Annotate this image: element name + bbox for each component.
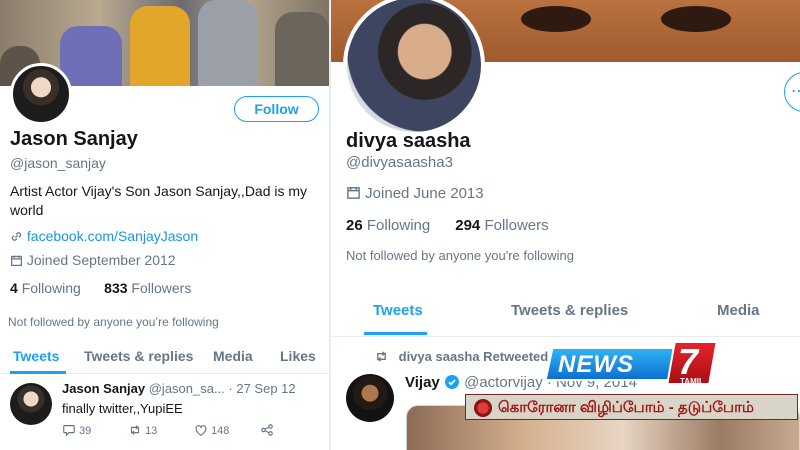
follow-button[interactable]: Follow xyxy=(234,96,319,122)
virus-icon xyxy=(474,399,492,417)
retweet-icon xyxy=(130,425,140,435)
left-following-count: 4 xyxy=(10,280,18,296)
tweet-handle-date: @jason_sa... · 27 Sep 12 xyxy=(148,381,296,396)
tweet-author-name[interactable]: Vijay xyxy=(405,374,440,391)
tweet-header: Jason Sanjay @jason_sa... · 27 Sep 12 xyxy=(62,381,296,396)
calendar-icon xyxy=(347,186,360,199)
right-profile-avatar[interactable] xyxy=(343,0,485,136)
more-options-button[interactable]: ⋯ xyxy=(784,72,800,112)
right-following-label: Following xyxy=(366,217,431,234)
tweet-text: finally twitter,,YupiEE xyxy=(62,401,183,416)
retweet-button[interactable]: 13 xyxy=(128,423,157,437)
right-profile-name: divya saasha xyxy=(346,130,471,152)
tweet-avatar[interactable] xyxy=(346,374,394,422)
reply-icon xyxy=(63,425,75,437)
right-profile-tabs: Tweets Tweets & replies Media xyxy=(331,290,800,337)
left-following-link[interactable]: 4 Following xyxy=(10,280,81,296)
right-following-count: 26 xyxy=(346,217,363,234)
left-following-label: Following xyxy=(21,280,81,296)
left-followers-label: Followers xyxy=(131,280,192,296)
right-followers-label: Followers xyxy=(484,217,549,234)
left-profile-name: Jason Sanjay xyxy=(10,128,138,150)
right-not-followed-note: Not followed by anyone you're following xyxy=(346,248,574,263)
right-following-link[interactable]: 26 Following xyxy=(346,217,430,234)
right-follow-stats: 26 Following 294 Followers xyxy=(346,217,549,234)
ticker-text: கொரோனா விழிப்போம் - தடுப்போம் xyxy=(498,399,754,416)
tab-tweets-replies[interactable]: Tweets & replies xyxy=(511,302,628,319)
tab-media[interactable]: Media xyxy=(213,348,253,364)
reply-button[interactable]: 39 xyxy=(62,423,91,437)
news7-logo: NEWS 7 TAMIL xyxy=(544,339,718,389)
retweeted-label[interactable]: divya saasha Retweeted xyxy=(399,349,549,364)
left-joined-row: Joined September 2012 xyxy=(10,252,176,268)
profile-link-text[interactable]: facebook.com/SanjayJason xyxy=(27,228,198,244)
tab-likes[interactable]: Likes xyxy=(280,348,316,364)
tweet-author-name[interactable]: Jason Sanjay xyxy=(62,381,145,396)
banner-detail xyxy=(521,6,591,32)
calendar-icon xyxy=(11,255,22,266)
share-button[interactable] xyxy=(260,423,274,437)
left-profile-handle: @jason_sanjay xyxy=(10,155,106,171)
retweet-count: 13 xyxy=(145,425,158,437)
left-profile-panel: Follow Jason Sanjay @jason_sanjay Artist… xyxy=(0,0,329,450)
left-profile-tabs: Tweets Tweets & replies Media Likes xyxy=(0,340,329,374)
retweet-icon xyxy=(377,351,386,362)
like-button[interactable]: 148 xyxy=(194,423,229,437)
tab-media[interactable]: Media xyxy=(717,302,760,319)
news-ticker: கொரோனா விழிப்போம் - தடுப்போம் xyxy=(465,394,798,420)
right-followers-count: 294 xyxy=(455,217,481,234)
left-not-followed-note: Not followed by anyone you’re following xyxy=(8,315,219,329)
right-joined-text: Joined June 2013 xyxy=(365,185,484,202)
share-icon xyxy=(261,424,273,436)
screenshot-stage: Follow Jason Sanjay @jason_sanjay Artist… xyxy=(0,0,800,450)
heart-icon xyxy=(195,425,207,436)
logo-word: NEWS xyxy=(558,351,634,378)
verified-badge-icon xyxy=(444,375,459,389)
retweeted-indicator: divya saasha Retweeted xyxy=(376,349,548,364)
left-followers-link[interactable]: 833 Followers xyxy=(104,280,191,296)
left-profile-avatar[interactable] xyxy=(10,63,72,125)
tweet-avatar[interactable] xyxy=(10,383,52,425)
profile-link[interactable]: facebook.com/SanjayJason xyxy=(10,228,198,244)
right-joined-row: Joined June 2013 xyxy=(346,185,484,202)
left-followers-count: 833 xyxy=(104,280,128,296)
reply-count: 39 xyxy=(79,425,92,437)
logo-sub: TAMIL xyxy=(680,377,704,386)
active-tab-indicator xyxy=(364,332,427,335)
left-profile-bio: Artist Actor Vijay's Son Jason Sanjay,,D… xyxy=(10,183,308,218)
banner-detail xyxy=(661,6,731,32)
left-follow-stats: 4 Following 833 Followers xyxy=(10,280,191,296)
left-joined-text: Joined September 2012 xyxy=(26,252,176,268)
tab-tweets[interactable]: Tweets xyxy=(13,348,59,364)
right-profile-handle: @divyasaasha3 xyxy=(346,154,453,171)
right-followers-link[interactable]: 294 Followers xyxy=(455,217,548,234)
tab-tweets[interactable]: Tweets xyxy=(373,302,423,319)
tab-tweets-replies[interactable]: Tweets & replies xyxy=(84,348,193,364)
link-icon xyxy=(11,232,22,241)
active-tab-indicator xyxy=(10,371,66,374)
like-count: 148 xyxy=(211,425,230,437)
